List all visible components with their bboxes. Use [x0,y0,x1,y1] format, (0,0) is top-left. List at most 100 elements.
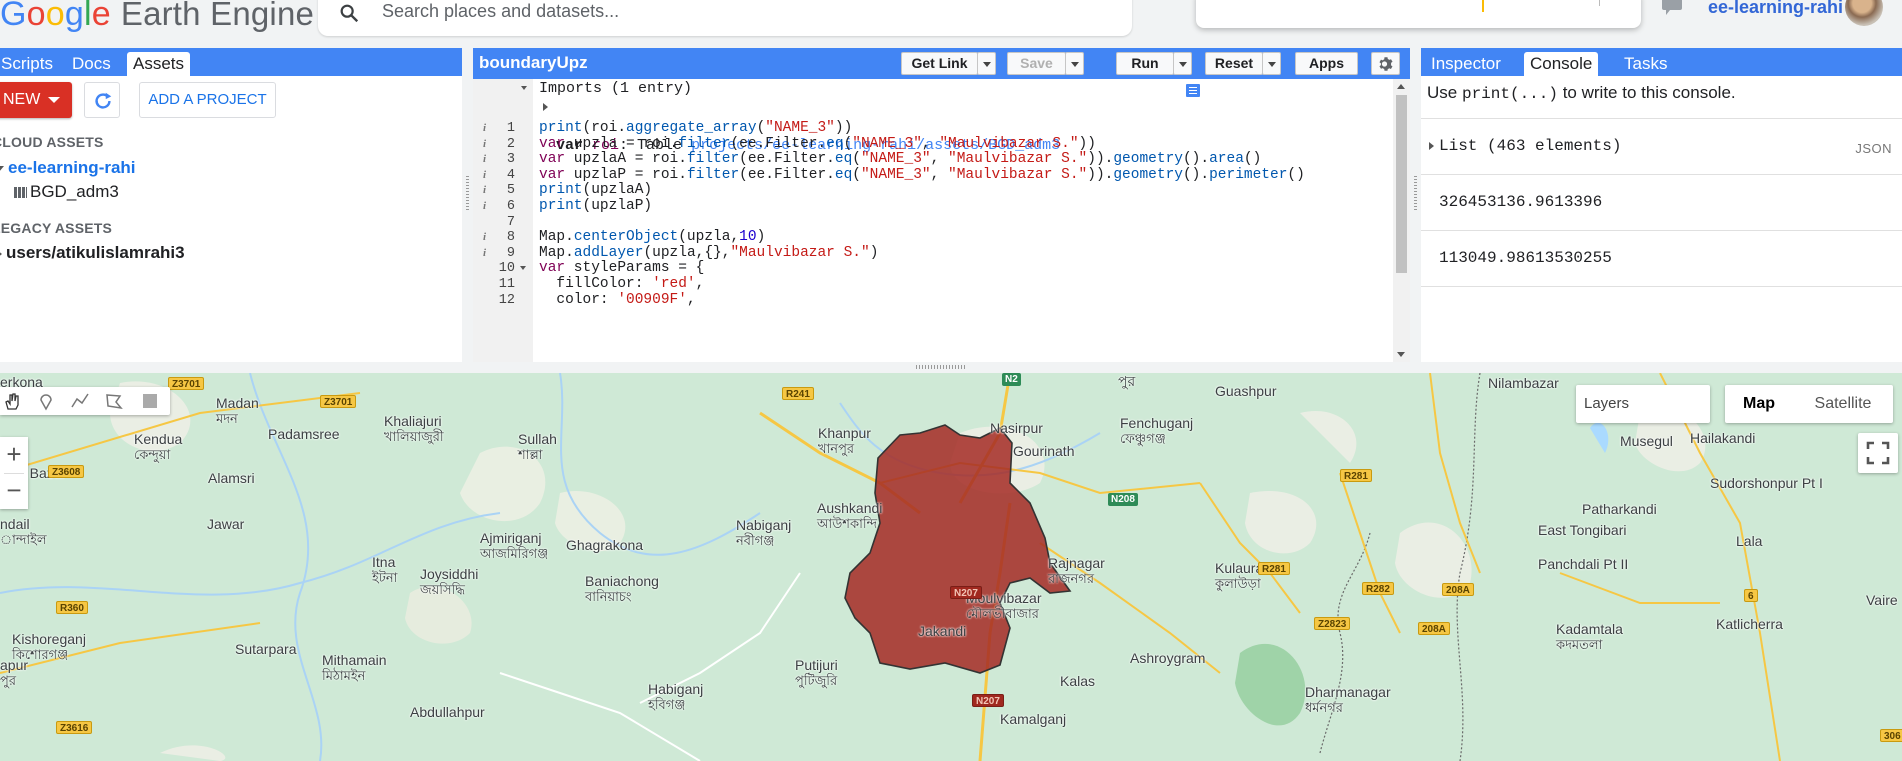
place-name: Joysiddhi [420,566,479,582]
place-name: Nilambazar [1488,375,1559,391]
place-name: Hailakandi [1690,430,1756,446]
place-label: Nabiganj নবীগঞ্জ [736,517,791,549]
scroll-up-icon[interactable] [1397,84,1405,89]
place-name: Vaire [1866,592,1898,608]
new-button[interactable]: NEW [0,82,72,118]
feedback-icon[interactable] [1660,0,1684,16]
console-output-row[interactable]: 113049.98613530255 [1421,231,1902,287]
search-box[interactable] [318,0,1132,36]
search-icon[interactable] [338,2,360,24]
point-marker-icon[interactable] [36,391,56,411]
avatar[interactable] [1845,0,1883,26]
asset-item[interactable]: BGD_adm3 [14,182,119,202]
import-entry[interactable]: var roi: Table projects/ee-learning-rahi… [473,98,1393,154]
run-button[interactable]: Run [1116,52,1174,75]
refresh-button[interactable] [84,82,120,118]
place-label: Rajnagar রাজনগর [1048,555,1105,587]
code-area[interactable]: Imports (1 entry) var roi: Table project… [473,79,1393,362]
tab-inspector[interactable]: Inspector [1425,52,1507,76]
place-name: Nasirpur [990,420,1043,436]
legacy-user-item[interactable]: users/atikulislamrahi3 [0,243,185,263]
place-name-bengali: জয়সিদ্ধি [420,582,465,597]
cloud-assets-heading: CLOUD ASSETS [0,134,104,150]
zoom-out-button[interactable]: − [0,473,28,509]
road-shield: 208A [1442,583,1474,596]
run-dropdown[interactable] [1173,52,1192,75]
place-label: Aushkandi আউশকান্দি [817,500,882,532]
left-splitter[interactable] [462,48,473,362]
code-line[interactable]: 12 color: '00909F', [473,291,1393,310]
place-label: Musegul [1620,433,1673,449]
settings-button[interactable] [1371,52,1400,75]
get-link-button[interactable]: Get Link [901,52,978,75]
fullscreen-button[interactable] [1858,433,1898,473]
apps-button[interactable]: Apps [1295,52,1358,75]
expand-right-icon[interactable] [0,248,2,259]
rectangle-draw-icon[interactable] [140,391,160,411]
expand-right-icon[interactable] [543,103,548,111]
place-label: Kadamtala কদমতলা [1556,621,1623,653]
tab-docs[interactable]: Docs [66,52,117,76]
place-label: Sudorshonpur Pt I [1710,475,1823,491]
place-label: Jakandi [918,623,966,639]
get-link-dropdown[interactable] [977,52,996,75]
cloud-project-item[interactable]: ee-learning-rahi [0,158,136,178]
hand-pan-icon[interactable] [2,391,22,411]
right-panel-tabs: Inspector Console Tasks [1421,48,1902,76]
map-type-map-button[interactable]: Map [1725,385,1793,423]
layers-button[interactable]: Layers [1576,385,1710,423]
save-button[interactable]: Save [1007,52,1066,75]
popup-close-icon[interactable] [1599,0,1611,6]
place-name-bengali: রাজনগর [1048,571,1094,586]
add-project-button[interactable]: ADD A PROJECT [139,82,276,118]
map-type-satellite-button[interactable]: Satellite [1793,385,1893,423]
console-value: 113049.98613530255 [1439,249,1612,267]
place-name: Kamalganj [1000,711,1067,727]
tab-scripts[interactable]: Scripts [0,52,59,76]
search-input[interactable] [382,0,1102,24]
chevron-down-icon[interactable] [521,86,527,90]
code-editor: boundaryUpz Get Link Save Run Reset Apps… [473,48,1410,362]
user-project-name[interactable]: ee-learning-rahi [1708,0,1843,18]
polygon-draw-icon[interactable] [104,391,124,411]
place-label: Fenchuganj ফেঞ্চুগঞ্জ [1120,415,1193,447]
expand-down-icon[interactable] [0,165,4,172]
imports-row[interactable]: Imports (1 entry) [473,79,1393,98]
json-button[interactable]: JSON [1855,141,1892,156]
tab-tasks[interactable]: Tasks [1618,52,1673,76]
gear-icon [1379,57,1393,71]
map-view[interactable]: Madan মদন Khaliajuri খালিয়াজুরী Padamsree Ke… [0,373,1902,761]
splitter-grip [466,176,469,210]
place-name: Guashpur [1215,383,1277,399]
reset-button[interactable]: Reset [1205,52,1263,75]
splitter-grip [916,365,966,369]
scroll-thumb[interactable] [1396,95,1407,273]
fold-icon[interactable] [520,266,526,271]
google-earth-engine-logo[interactable]: Google Earth Engine [0,0,314,34]
place-label: Baniachong বানিয়াচং [585,573,659,605]
imports-table-icon[interactable] [1186,84,1200,97]
save-dropdown[interactable] [1065,52,1084,75]
tab-console[interactable]: Console [1524,52,1599,76]
place-label: Nilambazar [1488,375,1559,391]
map-splitter[interactable] [0,362,1902,373]
place-name: Fenchuganj [1120,415,1194,431]
place-name: Baniachong [585,573,659,589]
console-output-row[interactable]: List (463 elements) JSON [1421,119,1902,175]
right-splitter[interactable] [1410,48,1421,362]
expand-right-icon[interactable] [1429,142,1434,150]
zoom-in-button[interactable]: + [0,437,28,473]
editor-scrollbar[interactable] [1393,79,1410,362]
reset-dropdown[interactable] [1262,52,1281,75]
place-name: Mithamain [322,652,387,668]
console-output-row[interactable]: 326453136.9613396 [1421,175,1902,231]
place-label: Vaire [1866,592,1898,608]
fullscreen-icon [1866,441,1890,465]
place-name: apur [0,657,29,673]
scroll-down-icon[interactable] [1397,352,1405,357]
line-draw-icon[interactable] [70,391,90,411]
place-label: East Tongibari [1538,522,1626,538]
tab-assets[interactable]: Assets [127,52,191,76]
place-name: Alamsri [208,470,255,486]
road-shield: R241 [782,387,814,400]
